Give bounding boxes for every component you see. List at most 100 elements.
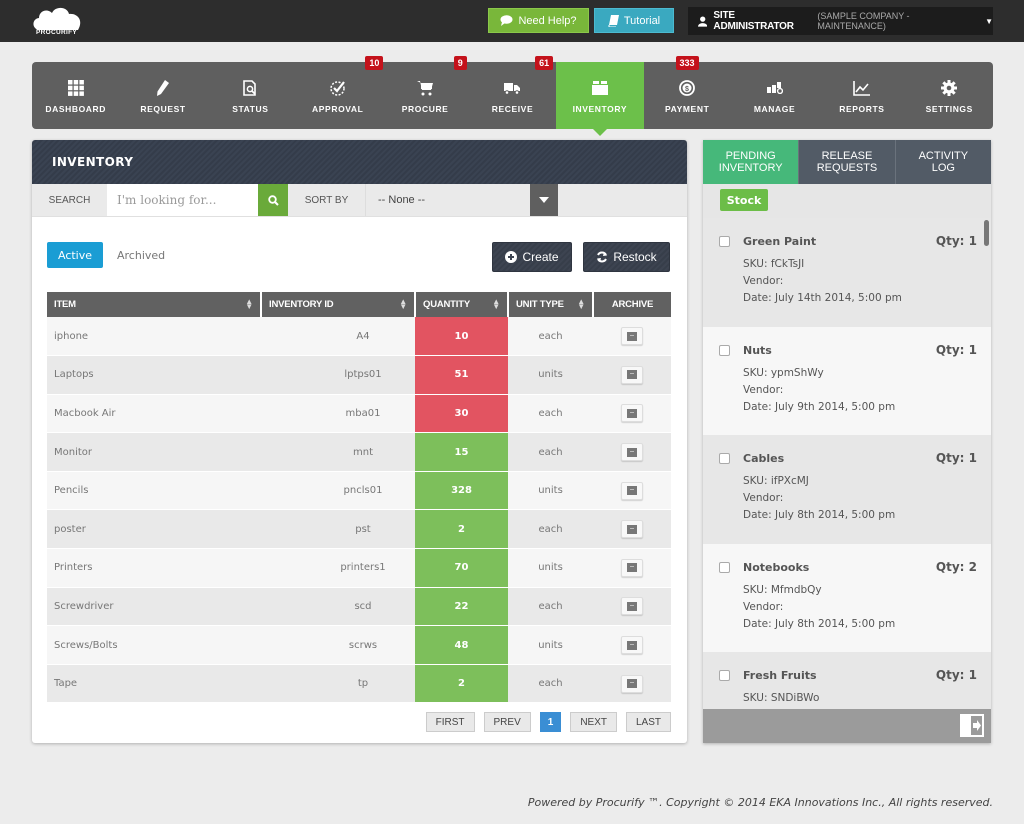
column-header-item[interactable]: ITEM ▲ ▼: [47, 292, 262, 317]
item-vendor: Vendor:: [743, 275, 784, 287]
archive-button[interactable]: [621, 558, 643, 577]
create-label: Create: [522, 250, 559, 264]
archive-button[interactable]: [621, 636, 643, 655]
inventory-id: mnt: [261, 432, 415, 472]
nav-receive[interactable]: 61 RECEIVE: [469, 56, 556, 129]
table-row[interactable]: Monitor mnt 15 each: [47, 432, 671, 472]
archive-button[interactable]: [621, 481, 643, 500]
item-date: Date: July 8th 2014, 5:00 pm: [743, 509, 896, 521]
search-button[interactable]: [258, 184, 288, 216]
inventory-id: scd: [261, 587, 415, 627]
tab-active[interactable]: Active: [47, 242, 103, 268]
side-footer: [703, 709, 991, 743]
column-header-quantity[interactable]: QUANTITY ▲ ▼: [415, 292, 509, 317]
nav-status[interactable]: STATUS: [207, 62, 294, 129]
sort-dropdown-button[interactable]: [530, 184, 558, 216]
archive-button[interactable]: [621, 365, 643, 384]
search-input[interactable]: [107, 184, 258, 216]
nav-dashboard[interactable]: DASHBOARD: [32, 62, 119, 129]
item-checkbox[interactable]: [719, 561, 730, 573]
item-checkbox[interactable]: [719, 236, 730, 247]
table-row[interactable]: Tape tp 2 each: [47, 664, 671, 704]
archive-button[interactable]: [621, 674, 643, 693]
table-row[interactable]: Printers printers1 70 units: [47, 548, 671, 588]
nav-settings[interactable]: SETTINGS: [906, 62, 993, 129]
collapse-panel-button[interactable]: [960, 714, 984, 737]
archive-box-icon: [627, 640, 637, 650]
archive-box-icon: [627, 408, 637, 418]
list-item[interactable]: Green Paint Qty: 1 SKU: fCkTsJI Vendor: Date…: [703, 218, 991, 327]
cloud-icon: [33, 7, 81, 30]
sort-select[interactable]: -- None --: [365, 184, 530, 216]
tab-pending-inventory[interactable]: PENDING INVENTORY: [703, 140, 799, 184]
archive-box-icon: [627, 447, 637, 457]
side-tabs: PENDING INVENTORY RELEASE REQUESTS ACTIV…: [703, 140, 991, 184]
item-checkbox[interactable]: [719, 344, 730, 356]
page-last-button[interactable]: LAST: [625, 712, 671, 732]
quantity-cell: 30: [415, 394, 508, 434]
nav-reports[interactable]: REPORTS: [818, 62, 905, 129]
inventory-id: A4: [261, 317, 415, 357]
create-button[interactable]: Create: [492, 242, 572, 272]
nav-manage[interactable]: MANAGE: [731, 62, 818, 129]
table-row[interactable]: Laptops lptps01 51 units: [47, 355, 671, 395]
archive-button[interactable]: [621, 327, 643, 346]
item-checkbox[interactable]: [719, 453, 730, 464]
tab-archived[interactable]: Archived: [117, 242, 165, 268]
archive-button[interactable]: [621, 520, 643, 539]
archive-cell: [593, 432, 671, 472]
tab-release-requests[interactable]: RELEASE REQUESTS: [798, 140, 895, 184]
page-prev-button[interactable]: PREV: [483, 712, 531, 732]
column-header-unit-type[interactable]: UNIT TYPE ▲ ▼: [508, 292, 594, 317]
box-icon: [591, 79, 608, 97]
item-sku: SKU: ypmShWy: [743, 366, 824, 379]
item-vendor: Vendor:: [743, 600, 784, 613]
tab-activity-log[interactable]: ACTIVITY LOG: [894, 140, 991, 184]
nav-request[interactable]: REQUEST: [119, 62, 206, 129]
table-row[interactable]: Screws/Bolts scrws 48 units: [47, 625, 671, 665]
need-help-button[interactable]: Need Help?: [488, 8, 589, 33]
nav-label: RECEIVE: [491, 104, 534, 114]
quantity-cell: 328: [415, 471, 508, 511]
archive-button[interactable]: [621, 404, 643, 423]
unit-type: units: [508, 471, 593, 511]
user-menu[interactable]: SITE ADMINISTRATOR (SAMPLE COMPANY - MAI…: [688, 7, 993, 35]
tutorial-button[interactable]: Tutorial: [594, 8, 674, 33]
stock-button[interactable]: Stock: [720, 189, 768, 211]
page-first-button[interactable]: FIRST: [425, 712, 475, 732]
table-row[interactable]: Macbook Air mba01 30 each: [47, 394, 671, 434]
nav-approval[interactable]: 10 APPROVAL: [294, 56, 384, 129]
archive-box-icon: [627, 486, 637, 496]
table-row[interactable]: poster pst 2 each: [47, 509, 671, 550]
unit-type: each: [508, 587, 593, 627]
user-role: SITE ADMINISTRATOR: [713, 10, 794, 32]
quantity-cell: 15: [415, 432, 508, 472]
table-row[interactable]: iphone A4 10 each: [47, 317, 671, 357]
nav-inventory[interactable]: INVENTORY: [556, 62, 644, 136]
archive-button[interactable]: [621, 443, 643, 462]
nav-procure[interactable]: 9 PROCURE: [381, 56, 468, 129]
page-current[interactable]: 1: [539, 712, 562, 732]
nav-payment[interactable]: 333 $ PAYMENT: [644, 56, 731, 129]
item-qty: Qty: 2: [935, 559, 977, 574]
chat-bubble-icon: [500, 15, 513, 26]
item-checkbox[interactable]: [719, 670, 730, 681]
item-name: Screwdriver: [47, 587, 261, 627]
chevron-down-icon: ▼: [985, 16, 993, 26]
search-bar: SEARCH SORT BY -- None --: [32, 184, 687, 217]
scrollbar[interactable]: [984, 220, 989, 246]
page-next-button[interactable]: NEXT: [570, 712, 617, 732]
list-item[interactable]: Notebooks Qty: 2 SKU: MfmdbQy Vendor: Date: …: [703, 543, 991, 652]
column-header-inventory-id[interactable]: INVENTORY ID ▲ ▼: [261, 292, 416, 317]
inventory-id: mba01: [261, 394, 415, 434]
restock-button[interactable]: Restock: [583, 242, 670, 272]
list-item[interactable]: Cables Qty: 1 SKU: ifPXcMJ Vendor: Date: Jul…: [703, 435, 991, 544]
list-item[interactable]: Nuts Qty: 1 SKU: ypmShWy Vendor: Date: July …: [703, 326, 991, 435]
side-toolbar: Stock: [703, 184, 991, 218]
procurify-logo[interactable]: PROCURIFY: [30, 5, 86, 39]
inventory-id: pncls01: [261, 471, 415, 511]
archive-button[interactable]: [621, 597, 643, 616]
table-row[interactable]: Screwdriver scd 22 each: [47, 587, 671, 627]
list-item[interactable]: Fresh Fruits Qty: 1 SKU: SNDiBWo: [703, 652, 991, 709]
table-row[interactable]: Pencils pncls01 328 units: [47, 471, 671, 511]
